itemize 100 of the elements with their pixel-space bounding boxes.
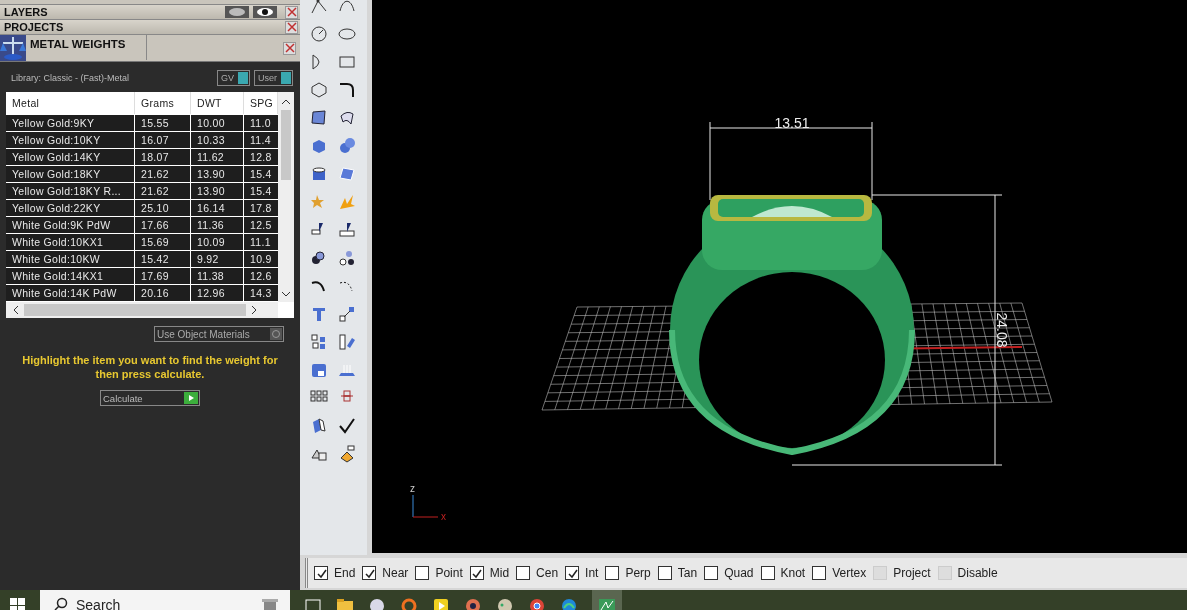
table-cell-text: 11.4 bbox=[249, 133, 272, 148]
table-cell: White Gold:14KX1 bbox=[6, 268, 135, 284]
horizontal-scrollbar[interactable] bbox=[6, 302, 278, 318]
palette-icon[interactable] bbox=[496, 596, 514, 610]
axis-label: x bbox=[441, 511, 446, 522]
use-object-materials-toggle[interactable]: Use Object Materials bbox=[154, 326, 284, 342]
close-icon[interactable] bbox=[285, 5, 298, 19]
table-cell: Yellow Gold:22KY bbox=[6, 200, 135, 216]
scrollbar-thumb[interactable] bbox=[24, 304, 246, 316]
circle-icon[interactable] bbox=[308, 24, 330, 44]
table-row[interactable]: White Gold:14KX1 17.69 11.38 12.6 bbox=[6, 268, 278, 285]
table-cell-text: 12.5 bbox=[249, 218, 273, 233]
close-icon[interactable] bbox=[285, 20, 298, 34]
table-cell: Yellow Gold:9KY bbox=[6, 115, 135, 131]
checkbox-label[interactable]: Knot bbox=[780, 566, 806, 580]
column-header[interactable]: DWT bbox=[191, 92, 244, 114]
polygon-icon[interactable] bbox=[308, 80, 330, 100]
task-view-icon[interactable] bbox=[304, 596, 322, 610]
table-row[interactable]: Yellow Gold:9KY 15.55 10.00 11.0 bbox=[6, 115, 278, 132]
table-row[interactable]: White Gold:9K PdW 17.66 11.36 12.5 bbox=[6, 217, 278, 234]
folder-icon[interactable] bbox=[336, 596, 354, 610]
table-cell: 11.36 bbox=[191, 217, 244, 233]
checkbox-label[interactable]: Vertex bbox=[832, 566, 867, 580]
checkbox[interactable] bbox=[812, 566, 827, 580]
table-row[interactable]: Yellow Gold:10KY 16.07 10.33 11.4 bbox=[6, 132, 278, 149]
table-cell: Yellow Gold:10KY bbox=[6, 132, 135, 148]
checkbox-label[interactable]: Int bbox=[585, 566, 599, 580]
windows-icon[interactable] bbox=[10, 596, 26, 610]
table-row[interactable]: White Gold:10KW 15.42 9.92 10.9 bbox=[6, 251, 278, 268]
eye-icon[interactable] bbox=[253, 6, 277, 18]
checkbox-label[interactable]: Cen bbox=[536, 566, 559, 580]
browser-icon[interactable] bbox=[528, 596, 546, 610]
checkbox-label[interactable]: End bbox=[334, 566, 356, 580]
checkbox[interactable] bbox=[362, 566, 377, 580]
checkbox-label[interactable]: Perp bbox=[625, 566, 651, 580]
axis-label: z bbox=[410, 483, 415, 494]
library-label: Library: Classic - (Fast)-Metal bbox=[11, 73, 130, 83]
search-icon bbox=[54, 597, 68, 610]
checkbox[interactable] bbox=[657, 566, 672, 580]
panel-header[interactable]: LAYERS bbox=[0, 5, 300, 20]
table-cell: White Gold:9K PdW bbox=[6, 217, 135, 233]
close-icon[interactable] bbox=[283, 41, 296, 55]
table-row[interactable]: Yellow Gold:18KY R... 21.62 13.90 15.4 bbox=[6, 183, 278, 200]
checkbox-label[interactable]: Tan bbox=[677, 566, 698, 580]
vertical-scrollbar[interactable] bbox=[278, 92, 294, 302]
table-cell-text: 12.6 bbox=[249, 269, 273, 284]
hint-text: Highlight the item you want to find the weight for then press calculate. bbox=[21, 353, 279, 381]
ring-icon[interactable] bbox=[400, 596, 418, 610]
table-cell: 17.66 bbox=[135, 217, 191, 233]
column-header[interactable]: Metal bbox=[6, 92, 135, 114]
checkbox[interactable] bbox=[760, 566, 775, 580]
checkbox[interactable] bbox=[605, 566, 620, 580]
table-row[interactable]: Yellow Gold:18KY 21.62 13.90 15.4 bbox=[6, 166, 278, 183]
checkbox[interactable] bbox=[704, 566, 719, 580]
checkbox-label[interactable]: Mid bbox=[489, 566, 510, 580]
globe-icon[interactable] bbox=[368, 596, 386, 610]
table-cell: 10.09 bbox=[191, 234, 244, 250]
trim-icon[interactable] bbox=[336, 220, 358, 240]
checkbox-label[interactable]: Quad bbox=[724, 566, 754, 580]
checkbox[interactable] bbox=[565, 566, 580, 580]
table-cell: 12.96 bbox=[191, 285, 244, 301]
table-cell: 15.55 bbox=[135, 115, 191, 131]
grid-surface-icon[interactable] bbox=[336, 164, 358, 184]
scrollbar-thumb[interactable] bbox=[281, 110, 291, 180]
checkmark-icon bbox=[363, 567, 375, 579]
app-icon bbox=[598, 596, 616, 610]
panel-header[interactable]: PROJECTS bbox=[0, 20, 300, 35]
toggle-button[interactable]: User bbox=[254, 70, 293, 86]
taskbar-app[interactable] bbox=[592, 590, 622, 610]
wave-icon[interactable] bbox=[560, 596, 578, 610]
table-cell-text: 11.1 bbox=[249, 235, 272, 250]
checkmark-icon bbox=[471, 567, 483, 579]
panel-title: LAYERS bbox=[4, 6, 49, 18]
checkbox[interactable] bbox=[415, 566, 430, 580]
table-cell: Yellow Gold:18KY bbox=[6, 166, 135, 182]
check-icon[interactable] bbox=[336, 416, 358, 436]
checkbox[interactable] bbox=[314, 566, 328, 580]
table-cell-text: 15.4 bbox=[249, 184, 273, 199]
table-row[interactable]: Yellow Gold:14KY 18.07 11.62 12.8 bbox=[6, 149, 278, 166]
play-icon[interactable] bbox=[432, 596, 450, 610]
checkbox-label[interactable]: Near bbox=[382, 566, 409, 580]
table-cell: 21.62 bbox=[135, 183, 191, 199]
calculate-button[interactable]: Calculate bbox=[100, 390, 200, 406]
mirror-icon[interactable] bbox=[336, 332, 358, 352]
column-header[interactable]: Grams bbox=[135, 92, 191, 114]
table-cell: Yellow Gold:18KY R... bbox=[6, 183, 135, 199]
table-row[interactable]: Yellow Gold:22KY 25.10 16.14 17.8 bbox=[6, 200, 278, 217]
checkbox[interactable] bbox=[516, 566, 531, 580]
axis-indicator bbox=[412, 494, 439, 518]
scales-icon bbox=[0, 35, 26, 61]
toggle-button[interactable]: GV bbox=[216, 70, 250, 86]
table-cell-text: 15.4 bbox=[249, 167, 273, 182]
table-cell: 13.90 bbox=[191, 166, 244, 182]
table-cell: 13.90 bbox=[191, 183, 244, 199]
checkbox[interactable] bbox=[469, 566, 484, 580]
table-row[interactable]: White Gold:14K PdW 20.16 12.96 14.3 bbox=[6, 285, 278, 302]
table-row[interactable]: White Gold:10KX1 15.69 10.09 11.1 bbox=[6, 234, 278, 251]
table-cell: White Gold:10KX1 bbox=[6, 234, 135, 250]
search-field[interactable]: Search bbox=[40, 590, 290, 610]
checkbox-label[interactable]: Point bbox=[435, 566, 463, 580]
